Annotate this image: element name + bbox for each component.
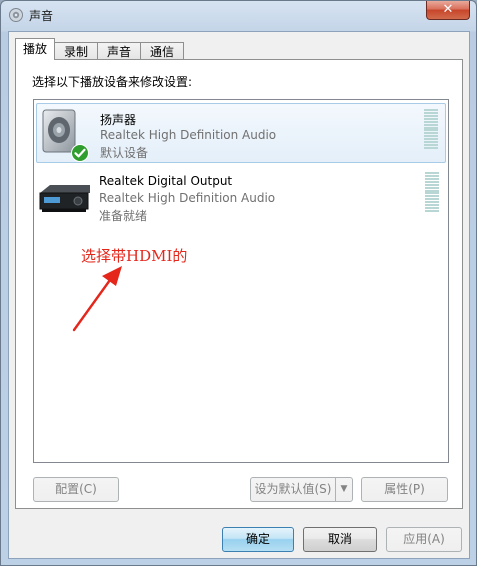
window-title: 声音 (29, 9, 54, 23)
device-item-digital-output[interactable]: Realtek Digital Output Realtek High Defi… (36, 167, 446, 227)
sound-app-icon (9, 8, 23, 22)
instruction-label: 选择以下播放设备来修改设置: (32, 75, 193, 89)
device-name: Realtek Digital Output (99, 174, 233, 188)
device-name: 扬声器 (100, 113, 137, 127)
apply-button[interactable]: 应用(A) (386, 527, 462, 552)
close-icon: ✕ (442, 2, 454, 17)
sound-dialog-window: 声音 ✕ 播放 录制 声音 通信 选择以下播放设备来修改设置: 扬声器 Real… (0, 0, 477, 566)
configure-button[interactable]: 配置(C) (33, 477, 119, 502)
tab-communications[interactable]: 通信 (140, 42, 185, 60)
playback-device-list[interactable]: 扬声器 Realtek High Definition Audio 默认设备 R… (33, 99, 449, 463)
tab-strip: 播放 录制 声音 通信 (15, 38, 185, 60)
device-status: 准备就绪 (99, 209, 148, 223)
properties-button[interactable]: 属性(P) (361, 477, 448, 502)
close-button[interactable]: ✕ (426, 1, 470, 20)
digital-output-device-icon (39, 185, 90, 212)
annotation-text: 选择带HDMI的 (81, 247, 188, 265)
tab-sounds[interactable]: 声音 (97, 42, 142, 60)
volume-meter (424, 109, 438, 149)
volume-meter (425, 172, 439, 212)
title-bar[interactable]: 声音 ✕ (1, 1, 476, 31)
device-description: Realtek High Definition Audio (99, 191, 276, 205)
annotation-arrow-icon (72, 266, 122, 332)
cancel-button[interactable]: 取消 (303, 527, 377, 552)
device-status: 默认设备 (100, 146, 149, 160)
set-default-button[interactable]: 设为默认值(S) ▼ (250, 477, 353, 502)
ok-button[interactable]: 确定 (222, 527, 294, 552)
dialog-client-area: 播放 录制 声音 通信 选择以下播放设备来修改设置: 扬声器 Realtek H… (8, 31, 470, 559)
device-item-speakers[interactable]: 扬声器 Realtek High Definition Audio 默认设备 (36, 103, 446, 163)
tab-playback[interactable]: 播放 (15, 38, 56, 60)
check-icon (71, 144, 89, 162)
playback-tab-panel: 选择以下播放设备来修改设置: 扬声器 Realtek High Definiti… (15, 59, 463, 509)
tab-recording[interactable]: 录制 (54, 42, 99, 60)
set-default-label: 设为默认值(S) (254, 482, 332, 496)
chevron-down-icon[interactable]: ▼ (335, 478, 352, 501)
device-description: Realtek High Definition Audio (100, 128, 277, 142)
